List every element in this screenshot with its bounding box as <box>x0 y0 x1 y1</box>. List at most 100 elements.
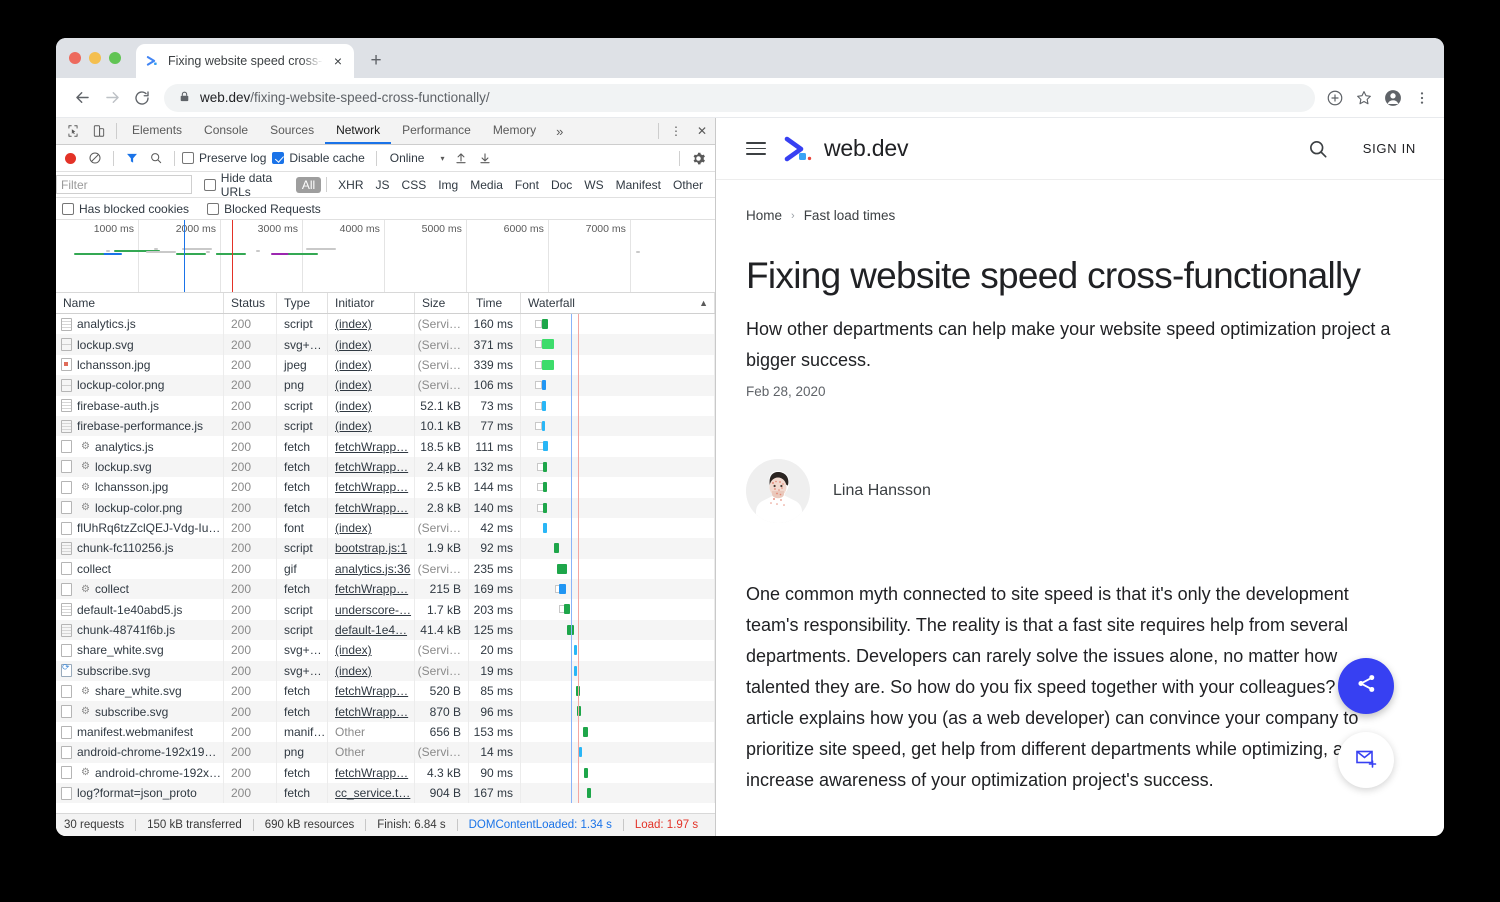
tab-elements[interactable]: Elements <box>121 118 193 144</box>
clear-icon[interactable] <box>84 147 106 169</box>
filter-chip-js[interactable]: JS <box>370 177 396 193</box>
cell-name[interactable]: firebase-performance.js <box>56 416 224 436</box>
table-row[interactable]: ⚙analytics.js200fetchfetchWrapp…18.5 kB1… <box>56 436 715 456</box>
filter-chip-img[interactable]: Img <box>432 177 464 193</box>
cell-name[interactable]: ⚙lchansson.jpg <box>56 477 224 497</box>
cell-name[interactable]: lockup-color.png <box>56 375 224 395</box>
cell-initiator[interactable]: (index) <box>328 518 415 538</box>
filter-chip-manifest[interactable]: Manifest <box>610 177 667 193</box>
cell-name[interactable]: default-1e40abd5.js <box>56 599 224 619</box>
cell-initiator[interactable]: fetchWrapp… <box>328 457 415 477</box>
column-header-initiator[interactable]: Initiator <box>328 293 415 313</box>
table-row[interactable]: flUhRq6tzZclQEJ-Vdg-Iui…200font(index)(S… <box>56 518 715 538</box>
sign-in-button[interactable]: SIGN IN <box>1363 141 1416 156</box>
column-header-type[interactable]: Type <box>277 293 328 313</box>
cell-initiator[interactable]: fetchWrapp… <box>328 579 415 599</box>
new-tab-button[interactable]: + <box>362 47 390 75</box>
table-row[interactable]: chunk-48741f6b.js200scriptdefault-1e4…41… <box>56 620 715 640</box>
reload-button[interactable] <box>128 84 156 112</box>
close-icon[interactable]: × <box>330 53 346 69</box>
table-row[interactable]: ⚙share_white.svg200fetchfetchWrapp…520 B… <box>56 681 715 701</box>
network-overview-graph[interactable]: 1000 ms2000 ms3000 ms4000 ms5000 ms6000 … <box>56 220 715 293</box>
browser-tab[interactable]: Fixing website speed cross-fun × <box>136 44 354 78</box>
cell-name[interactable]: lockup.svg <box>56 334 224 354</box>
table-row[interactable]: ⚙lchansson.jpg200fetchfetchWrapp…2.5 kB1… <box>56 477 715 497</box>
export-har-icon[interactable] <box>474 147 496 169</box>
cell-initiator[interactable]: fetchWrapp… <box>328 436 415 456</box>
cell-initiator[interactable]: (index) <box>328 661 415 681</box>
import-har-icon[interactable] <box>450 147 472 169</box>
tab-console[interactable]: Console <box>193 118 259 144</box>
cell-name[interactable]: collect <box>56 559 224 579</box>
hamburger-icon[interactable] <box>746 142 766 155</box>
filter-chip-doc[interactable]: Doc <box>545 177 578 193</box>
column-header-waterfall[interactable]: Waterfall ▲ <box>521 293 715 313</box>
cell-name[interactable]: chunk-48741f6b.js <box>56 620 224 640</box>
cell-name[interactable]: log?format=json_proto <box>56 783 224 803</box>
cell-name[interactable]: ⚙lockup-color.png <box>56 498 224 518</box>
tab-memory[interactable]: Memory <box>482 118 547 144</box>
cell-name[interactable]: analytics.js <box>56 314 224 334</box>
address-bar[interactable]: web.dev/fixing-website-speed-cross-funct… <box>164 84 1315 112</box>
breadcrumb-section[interactable]: Fast load times <box>804 208 896 223</box>
table-row[interactable]: default-1e40abd5.js200scriptunderscore-…… <box>56 599 715 619</box>
table-row[interactable]: lockup-color.png200png(index)(Servi…106 … <box>56 375 715 395</box>
column-header-name[interactable]: Name <box>56 293 224 313</box>
table-row[interactable]: ⚙lockup-color.png200fetchfetchWrapp…2.8 … <box>56 498 715 518</box>
cell-initiator[interactable]: (index) <box>328 334 415 354</box>
cell-name[interactable]: share_white.svg <box>56 640 224 660</box>
site-logo[interactable]: web.dev <box>784 135 908 162</box>
breadcrumb-home[interactable]: Home <box>746 208 782 223</box>
table-row[interactable]: lockup.svg200svg+…(index)(Servi…371 ms <box>56 334 715 354</box>
cell-name[interactable]: lchansson.jpg <box>56 355 224 375</box>
devtools-menu-icon[interactable]: ⋮ <box>663 118 689 144</box>
share-button[interactable] <box>1338 658 1394 714</box>
close-window-button[interactable] <box>69 52 81 64</box>
table-row[interactable]: share_white.svg200svg+…(index)(Servi…20 … <box>56 640 715 660</box>
filter-chip-other[interactable]: Other <box>667 177 709 193</box>
tab-network[interactable]: Network <box>325 118 391 144</box>
cell-name[interactable]: firebase-auth.js <box>56 396 224 416</box>
cell-name[interactable]: android-chrome-192x192… <box>56 742 224 762</box>
cell-initiator[interactable]: (index) <box>328 416 415 436</box>
table-row[interactable]: ⚙subscribe.svg200fetchfetchWrapp…870 B96… <box>56 701 715 721</box>
cell-initiator[interactable]: fetchWrapp… <box>328 681 415 701</box>
filter-chip-all[interactable]: All <box>296 177 321 193</box>
filter-chip-xhr[interactable]: XHR <box>332 177 369 193</box>
cell-initiator[interactable]: underscore-… <box>328 599 415 619</box>
inspect-element-icon[interactable] <box>60 118 86 144</box>
table-row[interactable]: firebase-performance.js200script(index)1… <box>56 416 715 436</box>
cell-name[interactable]: ⚙android-chrome-192x… <box>56 763 224 783</box>
cell-initiator[interactable]: fetchWrapp… <box>328 477 415 497</box>
filter-icon[interactable] <box>121 147 143 169</box>
cell-initiator[interactable]: (index) <box>328 396 415 416</box>
table-row[interactable]: chunk-fc110256.js200scriptbootstrap.js:1… <box>56 538 715 558</box>
table-row[interactable]: lchansson.jpg200jpeg(index)(Servi…339 ms <box>56 355 715 375</box>
blocked-requests-checkbox[interactable]: Blocked Requests <box>207 202 321 216</box>
table-row[interactable]: log?format=json_proto200fetchcc_service.… <box>56 783 715 803</box>
install-icon[interactable] <box>1325 88 1345 108</box>
filter-chip-font[interactable]: Font <box>509 177 545 193</box>
tab-sources[interactable]: Sources <box>259 118 325 144</box>
cell-name[interactable]: flUhRq6tzZclQEJ-Vdg-Iui… <box>56 518 224 538</box>
filter-input[interactable]: Filter <box>56 175 192 194</box>
column-header-time[interactable]: Time <box>469 293 521 313</box>
cell-initiator[interactable]: analytics.js:36 <box>328 559 415 579</box>
author-name[interactable]: Lina Hansson <box>833 482 931 500</box>
minimize-window-button[interactable] <box>89 52 101 64</box>
cell-initiator[interactable]: fetchWrapp… <box>328 701 415 721</box>
has-blocked-cookies-checkbox[interactable]: Has blocked cookies <box>62 202 189 216</box>
star-icon[interactable] <box>1354 88 1374 108</box>
search-icon[interactable] <box>145 147 167 169</box>
close-devtools-icon[interactable]: ✕ <box>689 118 715 144</box>
table-row[interactable]: analytics.js200script(index)(Servi…160 m… <box>56 314 715 334</box>
cell-name[interactable]: ⚙analytics.js <box>56 436 224 456</box>
cell-initiator[interactable]: cc_service.t… <box>328 783 415 803</box>
maximize-window-button[interactable] <box>109 52 121 64</box>
cell-name[interactable]: ⚙collect <box>56 579 224 599</box>
forward-button[interactable] <box>98 84 126 112</box>
tab-performance[interactable]: Performance <box>391 118 482 144</box>
cell-name[interactable]: ⚙lockup.svg <box>56 457 224 477</box>
preserve-log-checkbox[interactable]: Preserve log <box>182 151 266 165</box>
gear-icon[interactable] <box>687 147 709 169</box>
